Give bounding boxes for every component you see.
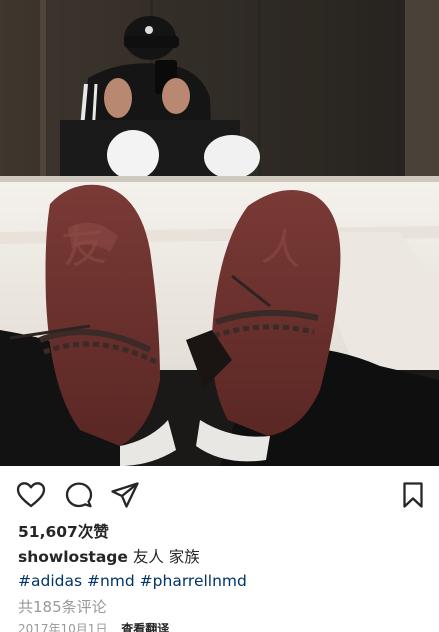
hashtag-link[interactable]: #nmd: [87, 572, 135, 590]
translate-link[interactable]: 查看翻译: [121, 622, 169, 632]
action-bar: [0, 466, 439, 522]
photo-illustration: 友 人: [0, 0, 439, 466]
instagram-post: 友 人 51,607次赞 showlostage 友人 家族 #adidas #…: [0, 0, 439, 632]
svg-text:人: 人: [259, 224, 305, 275]
post-date: 2017年10月1日: [18, 622, 108, 632]
post-photo[interactable]: 友 人: [0, 0, 439, 466]
heart-icon[interactable]: [16, 480, 46, 510]
hashtag-link[interactable]: #pharrellnmd: [140, 572, 247, 590]
like-count[interactable]: 51,607次赞: [18, 520, 109, 542]
view-comments-link[interactable]: 共185条评论: [18, 596, 107, 618]
hashtag-list: #adidas #nmd #pharrellnmd: [18, 570, 247, 592]
bookmark-icon[interactable]: [398, 480, 428, 510]
hashtag-link[interactable]: #adidas: [18, 572, 82, 590]
caption-username[interactable]: showlostage: [18, 548, 128, 566]
post-caption: showlostage 友人 家族: [18, 546, 200, 568]
post-footer: 2017年10月1日 查看翻译: [18, 622, 169, 632]
paper-plane-icon[interactable]: [110, 480, 140, 510]
caption-text: 友人 家族: [132, 548, 200, 566]
speech-bubble-icon[interactable]: [64, 480, 94, 510]
svg-text:友: 友: [59, 219, 108, 274]
